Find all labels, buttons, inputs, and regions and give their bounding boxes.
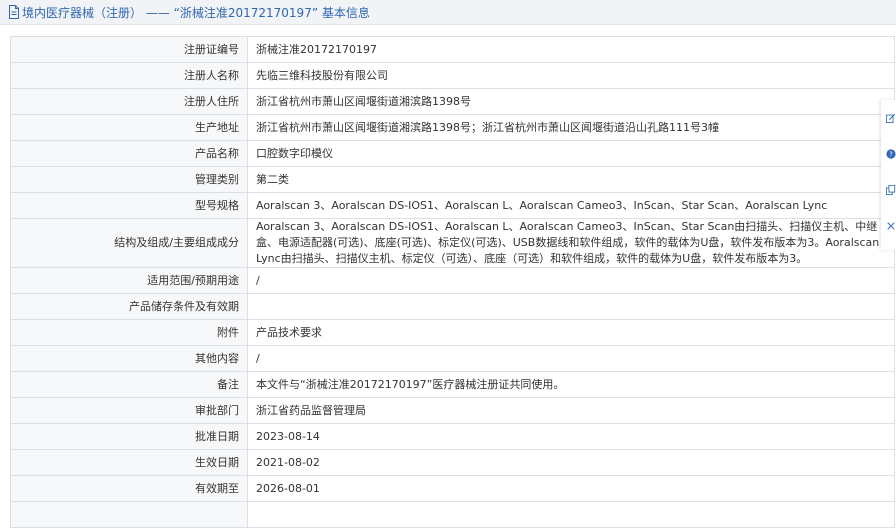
field-label: 备注 <box>10 371 248 398</box>
field-value: 2021-08-02 <box>247 449 895 476</box>
field-value: 浙江省杭州市萧山区闻堰街道湘滨路1398号；浙江省杭州市萧山区闻堰街道沿山孔路1… <box>247 114 895 141</box>
field-value: / <box>247 345 895 372</box>
table-row: 生产地址 浙江省杭州市萧山区闻堰街道湘滨路1398号；浙江省杭州市萧山区闻堰街道沿… <box>10 114 895 141</box>
field-label: 结构及组成/主要组成成分 <box>10 218 248 268</box>
field-label: 注册人住所 <box>10 88 248 115</box>
table-row: 产品储存条件及有效期 <box>10 293 895 320</box>
page-title: 境内医疗器械（注册） —— “浙械注准20172170197” 基本信息 <box>22 5 370 20</box>
field-value <box>247 293 895 320</box>
table-row: 有效期至 2026-08-01 <box>10 475 895 502</box>
field-label: 审批部门 <box>10 397 248 424</box>
field-label: 批准日期 <box>10 423 248 450</box>
edit-button[interactable] <box>881 100 896 136</box>
field-label: 注册人名称 <box>10 62 248 89</box>
field-value: 浙江省杭州市萧山区闻堰街道湘滨路1398号 <box>247 88 895 115</box>
close-button[interactable] <box>881 208 896 244</box>
edit-icon <box>886 113 896 123</box>
field-value: Aoralscan 3、Aoralscan DS-IOS1、Aoralscan … <box>247 218 895 268</box>
table-row: 注册人住所 浙江省杭州市萧山区闻堰街道湘滨路1398号 <box>10 88 895 115</box>
field-value: 2023-08-14 <box>247 423 895 450</box>
table-row: 批准日期 2023-08-14 <box>10 423 895 450</box>
table-row: 注册证编号 浙械注准20172170197 <box>10 36 895 63</box>
field-label: 其他内容 <box>10 345 248 372</box>
table-row: 备注 本文件与“浙械注准20172170197”医疗器械注册证共同使用。 <box>10 371 895 398</box>
table-row: 结构及组成/主要组成成分 Aoralscan 3、Aoralscan DS-IOS… <box>10 218 895 268</box>
field-label: 附件 <box>10 319 248 346</box>
field-value: 第二类 <box>247 166 895 193</box>
table-row: 审批部门 浙江省药品监督管理局 <box>10 397 895 424</box>
field-value: 口腔数字印模仪 <box>247 140 895 167</box>
table-row: 注册人名称 先临三维科技股份有限公司 <box>10 62 895 89</box>
table-row <box>10 501 895 528</box>
table-row: 型号规格 Aoralscan 3、Aoralscan DS-IOS1、Aorals… <box>10 192 895 219</box>
field-label: 产品储存条件及有效期 <box>10 293 248 320</box>
side-toolbar: ? <box>881 100 896 250</box>
field-value: Aoralscan 3、Aoralscan DS-IOS1、Aoralscan … <box>247 192 895 219</box>
field-label: 注册证编号 <box>10 36 248 63</box>
field-value: 2026-08-01 <box>247 475 895 502</box>
field-value: 本文件与“浙械注准20172170197”医疗器械注册证共同使用。 <box>247 371 895 398</box>
field-label: 有效期至 <box>10 475 248 502</box>
help-button[interactable]: ? <box>881 136 896 172</box>
table-row: 管理类别 第二类 <box>10 166 895 193</box>
table-row: 生效日期 2021-08-02 <box>10 449 895 476</box>
field-value: 产品技术要求 <box>247 319 895 346</box>
help-icon: ? <box>886 149 896 159</box>
field-value: 浙械注准20172170197 <box>247 36 895 63</box>
field-value <box>247 501 895 528</box>
table-row: 附件 产品技术要求 <box>10 319 895 346</box>
info-table: 注册证编号 浙械注准20172170197 注册人名称 先临三维科技股份有限公司 注册人… <box>10 36 895 528</box>
field-label <box>10 501 248 528</box>
field-value: 先临三维科技股份有限公司 <box>247 62 895 89</box>
field-value: 浙江省药品监督管理局 <box>247 397 895 424</box>
document-icon <box>9 5 19 19</box>
field-label: 管理类别 <box>10 166 248 193</box>
field-label: 适用范围/预期用途 <box>10 267 248 294</box>
field-label: 型号规格 <box>10 192 248 219</box>
table-row: 产品名称 口腔数字印模仪 <box>10 140 895 167</box>
field-label: 生效日期 <box>10 449 248 476</box>
field-label: 生产地址 <box>10 114 248 141</box>
close-icon <box>887 222 895 230</box>
field-label: 产品名称 <box>10 140 248 167</box>
table-row: 适用范围/预期用途 / <box>10 267 895 294</box>
field-value: / <box>247 267 895 294</box>
copy-icon <box>886 185 896 195</box>
svg-text:?: ? <box>889 151 893 159</box>
page-header: 境内医疗器械（注册） —— “浙械注准20172170197” 基本信息 <box>0 0 896 25</box>
table-row: 其他内容 / <box>10 345 895 372</box>
copy-button[interactable] <box>881 172 896 208</box>
